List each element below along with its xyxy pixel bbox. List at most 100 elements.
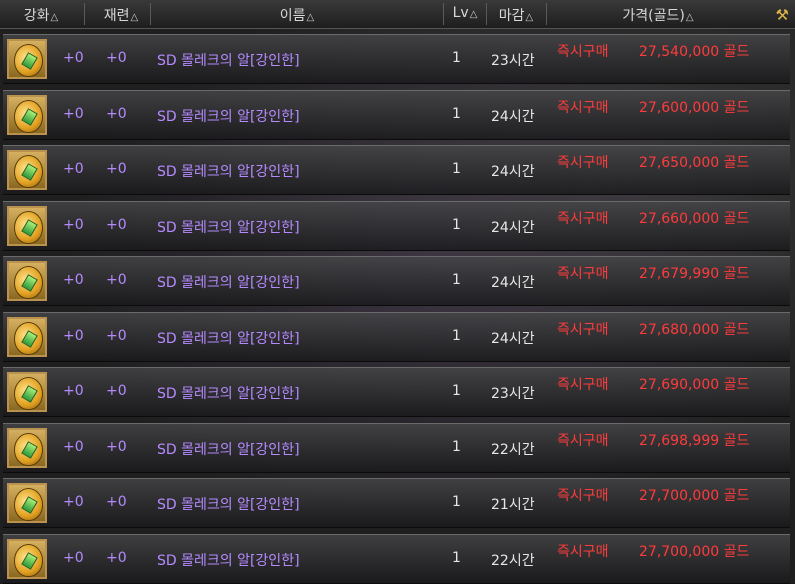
gem-icon [21, 274, 38, 292]
level-value: 1 [452, 50, 461, 66]
buy-now-button[interactable]: 즉시구매 [557, 152, 609, 172]
buy-now-button[interactable]: 즉시구매 [557, 374, 609, 394]
enhance-value: +0 [63, 105, 84, 122]
deadline-value: 23시간 [491, 53, 535, 69]
listing-row[interactable]: +0 +0 SD 몰레크의 알[강인한] 1 24시간 즉시구매 27,660,000 골드 [3, 200, 790, 251]
buy-now-button[interactable]: 즉시구매 [557, 319, 609, 339]
level-value: 1 [452, 216, 461, 233]
item-name[interactable]: SD 몰레크의 알[강인한] [157, 50, 300, 70]
buy-now-button[interactable]: 즉시구매 [557, 485, 609, 505]
price-value: 27,650,000 골드 [639, 155, 750, 171]
gold-unit: 골드 [723, 321, 750, 338]
enhance-value: +0 [63, 272, 84, 288]
deadline-value: 21시간 [491, 497, 535, 513]
enhance-value: +0 [63, 216, 84, 233]
gold-unit: 골드 [723, 266, 750, 282]
price-value: 27,700,000 골드 [639, 488, 750, 504]
refine-value: +0 [106, 494, 127, 510]
price-value: 27,540,000 골드 [639, 44, 750, 60]
listing-row[interactable]: +0 +0 SD 몰레크의 알[강인한] 1 21시간 즉시구매 27,700,000 골드 [3, 478, 790, 528]
gem-icon [21, 551, 38, 570]
buy-now-button[interactable]: 즉시구매 [557, 541, 609, 561]
listing-row[interactable]: +0 +0 SD 몰레크의 알[강인한] 1 22시간 즉시구매 27,698,999 골드 [3, 422, 790, 473]
deadline-value: 24시간 [491, 219, 535, 236]
refine-value: +0 [106, 438, 127, 455]
level-value: 1 [452, 272, 461, 288]
item-slot[interactable] [7, 205, 47, 246]
listing-row[interactable]: +0 +0 SD 몰레크의 알[강인한] 1 24시간 즉시구매 27,680,000 골드 [3, 311, 790, 362]
item-name[interactable]: SD 몰레크의 알[강인한] [157, 328, 300, 348]
listing-row[interactable]: +0 +0 SD 몰레크의 알[강인한] 1 24시간 즉시구매 27,679,990 골드 [3, 256, 790, 306]
item-name[interactable]: SD 몰레크의 알[강인한] [157, 217, 300, 237]
gold-unit: 골드 [723, 377, 750, 393]
egg-icon [14, 155, 43, 188]
gold-unit: 골드 [723, 155, 750, 171]
gold-unit: 골드 [723, 44, 750, 60]
price-value: 27,600,000 골드 [639, 99, 750, 116]
egg-icon [14, 377, 43, 410]
egg-icon [14, 210, 43, 244]
sort-name-header[interactable]: 이름△ [152, 5, 442, 25]
enhance-value: +0 [63, 50, 84, 66]
header-divider [546, 3, 547, 25]
enhance-value: +0 [63, 494, 84, 510]
listing-row[interactable]: +0 +0 SD 몰레크의 알[강인한] 1 24시간 즉시구매 27,600,000 골드 [3, 89, 790, 140]
level-value: 1 [452, 438, 461, 455]
gem-icon [21, 440, 38, 459]
item-slot[interactable] [7, 372, 47, 412]
item-slot[interactable] [7, 316, 47, 357]
sort-enhance-header[interactable]: 강화△ [6, 5, 76, 25]
item-name[interactable]: SD 몰레크의 알[강인한] [157, 383, 300, 403]
sort-refine-header[interactable]: 재련△ [86, 5, 156, 25]
item-name[interactable]: SD 몰레크의 알[강인한] [157, 272, 300, 292]
item-name[interactable]: SD 몰레크의 알[강인한] [157, 494, 300, 514]
gold-unit: 골드 [723, 488, 750, 504]
header-divider [150, 3, 151, 25]
item-name[interactable]: SD 몰레크의 알[강인한] [157, 161, 300, 181]
gem-icon [21, 218, 38, 237]
listing-row[interactable]: +0 +0 SD 몰레크의 알[강인한] 1 23시간 즉시구매 27,690,000 골드 [3, 367, 790, 417]
deadline-value: 24시간 [491, 164, 535, 180]
deadline-value: 22시간 [491, 552, 535, 569]
buy-now-button[interactable]: 즉시구매 [557, 41, 609, 61]
item-slot[interactable] [7, 538, 47, 579]
sort-triangle-icon: △ [50, 12, 59, 23]
buy-now-button[interactable]: 즉시구매 [557, 97, 609, 117]
sort-triangle-icon: △ [525, 12, 534, 23]
deadline-value: 24시간 [491, 330, 535, 347]
gem-icon [21, 329, 38, 348]
listing-row[interactable]: +0 +0 SD 몰레크의 알[강인한] 1 24시간 즉시구매 27,650,000 골드 [3, 145, 790, 195]
gem-icon [21, 385, 38, 403]
item-name[interactable]: SD 몰레크의 알[강인한] [157, 106, 300, 126]
sort-deadline-header[interactable]: 마감△ [486, 5, 546, 25]
gem-icon [21, 163, 38, 181]
listing-row[interactable]: +0 +0 SD 몰레크의 알[강인한] 1 23시간 즉시구매 27,540,000 골드 [3, 34, 790, 84]
level-value: 1 [452, 383, 461, 399]
listing-row[interactable]: +0 +0 SD 몰레크의 알[강인한] 1 22시간 즉시구매 27,700,000 골드 [3, 533, 790, 584]
price-value: 27,680,000 골드 [639, 321, 750, 338]
item-slot[interactable] [7, 150, 47, 190]
price-value: 27,700,000 골드 [639, 543, 750, 560]
refine-value: +0 [106, 327, 127, 344]
buy-now-button[interactable]: 즉시구매 [557, 263, 609, 283]
deadline-value: 24시간 [491, 108, 535, 125]
egg-icon [14, 266, 43, 299]
item-slot[interactable] [7, 261, 47, 301]
sort-price-header[interactable]: 가격(골드)△ [548, 5, 768, 25]
refine-value: +0 [106, 161, 127, 177]
item-slot[interactable] [7, 483, 47, 523]
level-value: 1 [452, 494, 461, 510]
gold-unit: 골드 [723, 210, 750, 227]
egg-icon [14, 99, 43, 133]
item-name[interactable]: SD 몰레크의 알[강인한] [157, 439, 300, 459]
price-value: 27,690,000 골드 [639, 377, 750, 393]
item-slot[interactable] [7, 39, 47, 79]
item-name[interactable]: SD 몰레크의 알[강인한] [157, 550, 300, 570]
sort-level-header[interactable]: Lv△ [444, 5, 486, 21]
item-slot[interactable] [7, 427, 47, 468]
gem-icon [21, 496, 38, 514]
buy-now-button[interactable]: 즉시구매 [557, 430, 609, 450]
buy-now-button[interactable]: 즉시구매 [557, 208, 609, 228]
egg-icon [14, 543, 43, 577]
item-slot[interactable] [7, 94, 47, 135]
